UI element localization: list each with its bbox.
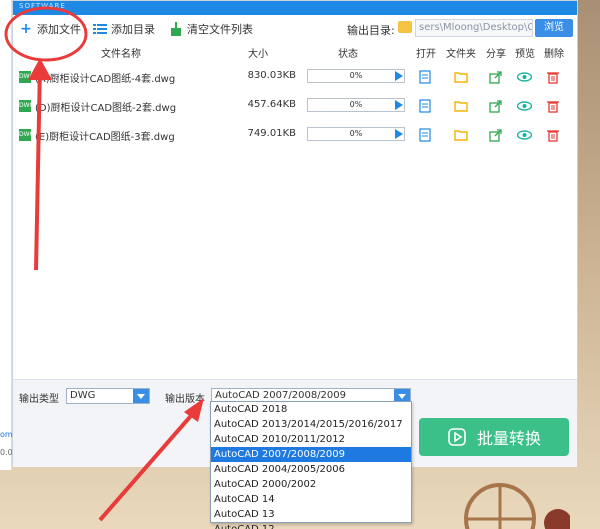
edge-link-text[interactable]: om	[0, 430, 13, 439]
open-file-icon[interactable]	[417, 69, 433, 85]
dwg-file-icon: DWG	[19, 129, 34, 141]
add-directory-label: 添加目录	[111, 23, 155, 36]
list-icon	[93, 22, 107, 36]
column-folder: 文件夹	[446, 49, 476, 60]
column-share: 分享	[486, 49, 506, 60]
clear-list-label: 清空文件列表	[187, 23, 253, 36]
progress-bar: 0%	[307, 98, 405, 112]
title-bar: SOFTWARE	[13, 1, 577, 15]
progress-bar: 0%	[307, 69, 405, 83]
preview-eye-icon[interactable]	[516, 98, 532, 114]
column-delete: 删除	[544, 49, 564, 60]
file-name: (D)厨柜设计CAD图纸-2套.dwg	[35, 103, 177, 114]
open-folder-icon[interactable]	[453, 69, 469, 85]
dwg-file-icon: DWG	[19, 100, 34, 112]
output-dir-label: 输出目录:	[347, 24, 395, 37]
output-type-select[interactable]: DWG	[66, 388, 150, 404]
file-size: 457.64KB	[247, 99, 296, 110]
version-option[interactable]: AutoCAD 2000/2002	[211, 477, 411, 492]
output-version-label: 输出版本	[165, 394, 205, 405]
clear-list-button[interactable]: 清空文件列表	[169, 21, 253, 37]
progress-bar: 0%	[307, 127, 405, 141]
delete-trash-icon[interactable]	[545, 127, 561, 143]
file-row[interactable]: DWG (E)厨柜设计CAD图纸-3套.dwg 749.01KB 0%	[13, 121, 577, 149]
version-dropdown-list: AutoCAD 2018 AutoCAD 2013/2014/2015/2016/…	[210, 401, 412, 529]
converter-window: SOFTWARE + 添加文件 添加目录 清空文件列表 输出目录: sers\M…	[12, 0, 578, 467]
column-open: 打开	[416, 49, 436, 60]
file-size: 749.01KB	[247, 128, 296, 139]
output-path-field[interactable]: sers\Mloong\Desktop\CAD	[415, 19, 533, 37]
plus-icon: +	[20, 21, 32, 37]
delete-trash-icon[interactable]	[545, 98, 561, 114]
version-option[interactable]: AutoCAD 2007/2008/2009	[211, 447, 411, 462]
progress-text: 0%	[349, 129, 363, 138]
play-circle-icon	[448, 428, 466, 446]
edge-version-text: 0.0	[0, 448, 13, 457]
version-option[interactable]: AutoCAD 2010/2011/2012	[211, 432, 411, 447]
file-list-header: 文件名称 大小 状态 打开 文件夹 分享 预览 删除	[13, 43, 577, 61]
version-option[interactable]: AutoCAD 2018	[211, 402, 411, 417]
broom-icon	[169, 22, 183, 36]
add-file-label: 添加文件	[37, 23, 81, 36]
browse-button[interactable]: 浏览	[535, 19, 573, 37]
play-icon[interactable]	[395, 100, 403, 110]
dwg-file-icon: DWG	[19, 71, 34, 83]
delete-trash-icon[interactable]	[545, 69, 561, 85]
column-size: 大小	[248, 49, 268, 60]
brand-text: SOFTWARE	[19, 2, 66, 10]
version-option[interactable]: AutoCAD 2004/2005/2006	[211, 462, 411, 477]
share-icon[interactable]	[487, 69, 503, 85]
toolbar: + 添加文件 添加目录 清空文件列表 输出目录: sers\Mloong\Des…	[13, 15, 577, 43]
file-name: (E)厨柜设计CAD图纸-3套.dwg	[35, 132, 175, 143]
add-file-button[interactable]: + 添加文件	[19, 21, 81, 37]
open-file-icon[interactable]	[417, 98, 433, 114]
column-status: 状态	[338, 49, 358, 60]
share-icon[interactable]	[487, 98, 503, 114]
file-size: 830.03KB	[247, 70, 296, 81]
open-file-icon[interactable]	[417, 127, 433, 143]
preview-eye-icon[interactable]	[516, 127, 532, 143]
progress-text: 0%	[349, 71, 363, 80]
output-type-label: 输出类型	[19, 394, 59, 405]
play-icon[interactable]	[395, 71, 403, 81]
play-icon[interactable]	[395, 129, 403, 139]
output-type-value: DWG	[70, 390, 96, 401]
add-directory-button[interactable]: 添加目录	[93, 21, 155, 37]
file-row[interactable]: DWG (D)厨柜设计CAD图纸-2套.dwg 457.64KB 0%	[13, 92, 577, 120]
share-icon[interactable]	[487, 127, 503, 143]
chevron-down-icon[interactable]	[133, 389, 149, 403]
version-option[interactable]: AutoCAD 12	[211, 522, 411, 529]
batch-convert-button[interactable]: 批量转换	[419, 418, 569, 456]
batch-convert-label: 批量转换	[476, 429, 541, 448]
folder-icon	[398, 21, 412, 33]
open-folder-icon[interactable]	[453, 98, 469, 114]
column-name: 文件名称	[101, 49, 141, 60]
preview-eye-icon[interactable]	[516, 69, 532, 85]
open-folder-icon[interactable]	[453, 127, 469, 143]
version-option[interactable]: AutoCAD 13	[211, 507, 411, 522]
column-preview: 预览	[515, 49, 535, 60]
file-row[interactable]: DWG (A)厨柜设计CAD图纸-4套.dwg 830.03KB 0%	[13, 63, 577, 91]
background-window-edge: om 0.0	[0, 0, 13, 470]
file-name: (A)厨柜设计CAD图纸-4套.dwg	[35, 74, 176, 85]
progress-text: 0%	[349, 100, 363, 109]
version-option[interactable]: AutoCAD 2013/2014/2015/2016/2017	[211, 417, 411, 432]
version-option[interactable]: AutoCAD 14	[211, 492, 411, 507]
output-version-value: AutoCAD 2007/2008/2009	[215, 390, 347, 401]
